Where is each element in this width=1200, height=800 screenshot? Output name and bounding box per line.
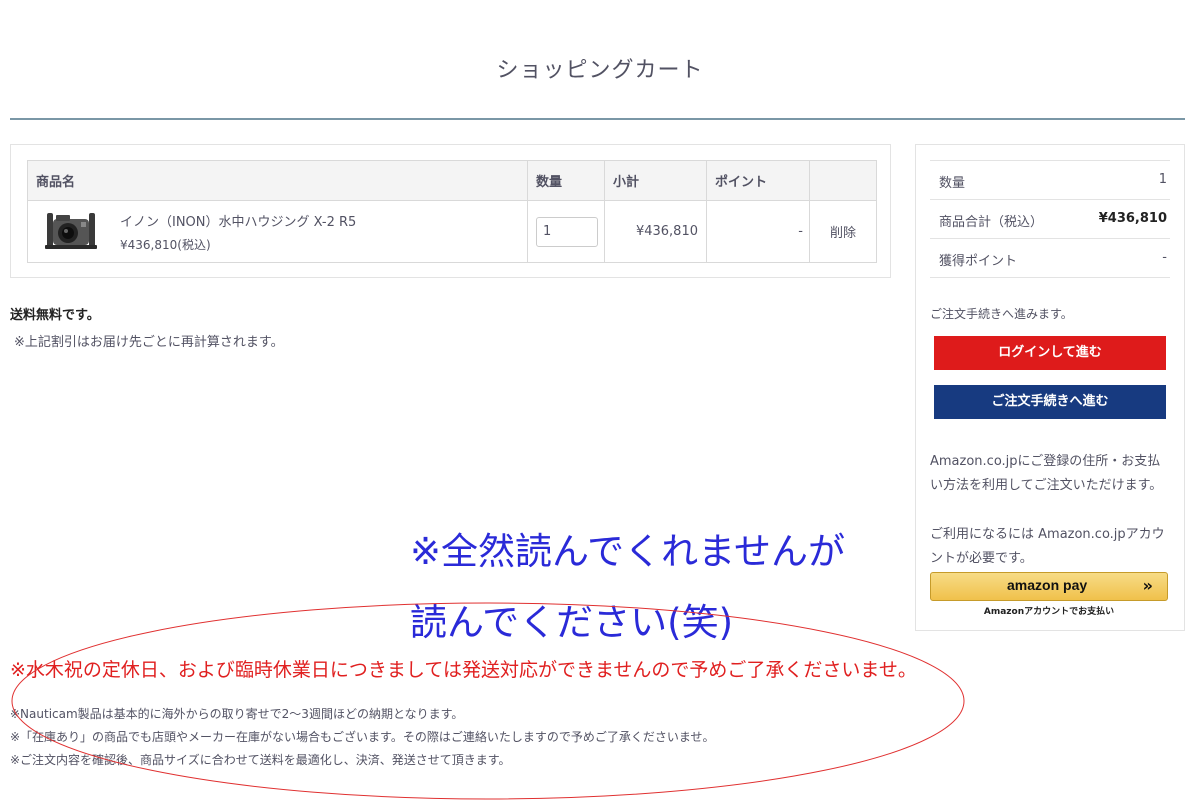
order-summary-panel: 数量 1 商品合計（税込） ¥436,810 獲得ポイント - ご注文手続きへ進… (915, 144, 1185, 631)
proceed-to-checkout-button[interactable]: ご注文手続きへ進む (934, 385, 1166, 419)
notice-line-nauticam: ※Nauticam製品は基本的に海外からの取り寄せで2〜3週間ほどの納期となりま… (10, 707, 464, 721)
cart-panel: 商品名 数量 小計 ポイント イノン（INON）水中ハウジング X-2 R5 ¥… (10, 144, 891, 278)
points-value: - (706, 200, 810, 263)
summary-row-total: 商品合計（税込） ¥436,810 (930, 199, 1170, 238)
product-cell: イノン（INON）水中ハウジング X-2 R5 ¥436,810(税込) (27, 200, 528, 263)
amazon-pay-caption: Amazonアカウントでお支払い (983, 607, 1115, 617)
product-unit-price: ¥436,810(税込) (120, 238, 211, 253)
amazon-pay-logo: amazon pay (1007, 577, 1088, 593)
discount-note: ※上記割引はお届け先ごとに再計算されます。 (14, 335, 284, 350)
proceed-note: ご注文手続きへ進みます。 (930, 307, 1073, 321)
header-quantity: 数量 (527, 160, 605, 202)
shipping-free-label: 送料無料です。 (10, 308, 100, 323)
header-product: 商品名 (27, 160, 528, 202)
summary-quantity-value: 1 (1158, 172, 1167, 187)
amazon-pay-description: Amazon.co.jpにご登録の住所・お支払い方法を利用してご注文いただけます… (930, 454, 1163, 493)
delete-button[interactable]: 削除 (810, 201, 877, 263)
cart-table-header: 商品名 数量 小計 ポイント (27, 160, 877, 202)
table-row: イノン（INON）水中ハウジング X-2 R5 ¥436,810(税込) ¥43… (27, 200, 877, 263)
summary-divider (930, 277, 1170, 278)
summary-total-label: 商品合計（税込） (939, 215, 1044, 230)
header-action (809, 160, 877, 202)
amazon-pay-button[interactable]: amazon pay » (930, 572, 1168, 601)
product-name-link[interactable]: イノン（INON）水中ハウジング X-2 R5 (120, 211, 356, 230)
summary-points-value: - (1162, 250, 1167, 265)
notice-line-shipping: ※ご注文内容を確認後、商品サイズに合わせて送料を最適化し、決済、発送させて頂きま… (10, 753, 511, 767)
summary-quantity-label: 数量 (939, 176, 966, 191)
header-points: ポイント (706, 160, 810, 202)
page-title: ショッピングカート (496, 58, 704, 83)
annotation-line-2: 読んでください(笑) (410, 601, 734, 644)
subtotal-value: ¥436,810 (604, 200, 707, 263)
login-and-proceed-button[interactable]: ログインして進む (934, 336, 1166, 370)
quantity-input[interactable] (536, 216, 598, 247)
summary-row-quantity: 数量 1 (930, 160, 1170, 199)
quantity-cell (527, 200, 605, 263)
product-thumbnail[interactable] (44, 211, 98, 251)
summary-total-value: ¥436,810 (1098, 211, 1167, 226)
header-subtotal: 小計 (604, 160, 707, 202)
annotation-line-1: ※全然読んでくれませんが (410, 530, 846, 573)
summary-row-points: 獲得ポイント - (930, 238, 1170, 277)
summary-points-label: 獲得ポイント (939, 254, 1018, 269)
title-divider (10, 118, 1185, 120)
cart-table: 商品名 数量 小計 ポイント イノン（INON）水中ハウジング X-2 R5 ¥… (27, 160, 877, 263)
chevron-right-icon: » (1142, 576, 1153, 595)
holiday-notice: ※水木祝の定休日、および臨時休業日につきましては発送対応ができませんので予めご了… (10, 659, 917, 681)
notice-line-stock: ※「在庫あり」の商品でも店頭やメーカー在庫がない場合もございます。その際はご連絡… (10, 730, 715, 744)
amazon-account-note: ご利用になるには Amazon.co.jpアカウントが必要です。 (930, 527, 1165, 566)
